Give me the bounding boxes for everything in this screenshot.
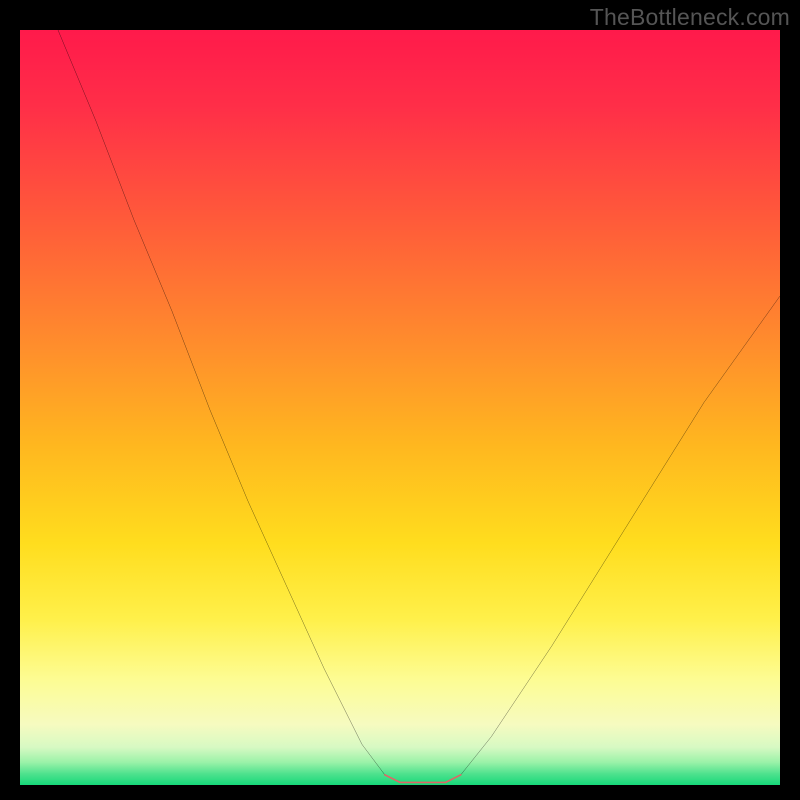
- watermark-text: TheBottleneck.com: [590, 4, 790, 31]
- curves-svg: [20, 30, 780, 790]
- plot-area: [20, 30, 780, 785]
- trough-highlight: [385, 775, 461, 783]
- chart-stage: TheBottleneck.com: [0, 0, 800, 800]
- left-descending-curve: [58, 30, 385, 775]
- right-ascending-curve: [461, 296, 780, 775]
